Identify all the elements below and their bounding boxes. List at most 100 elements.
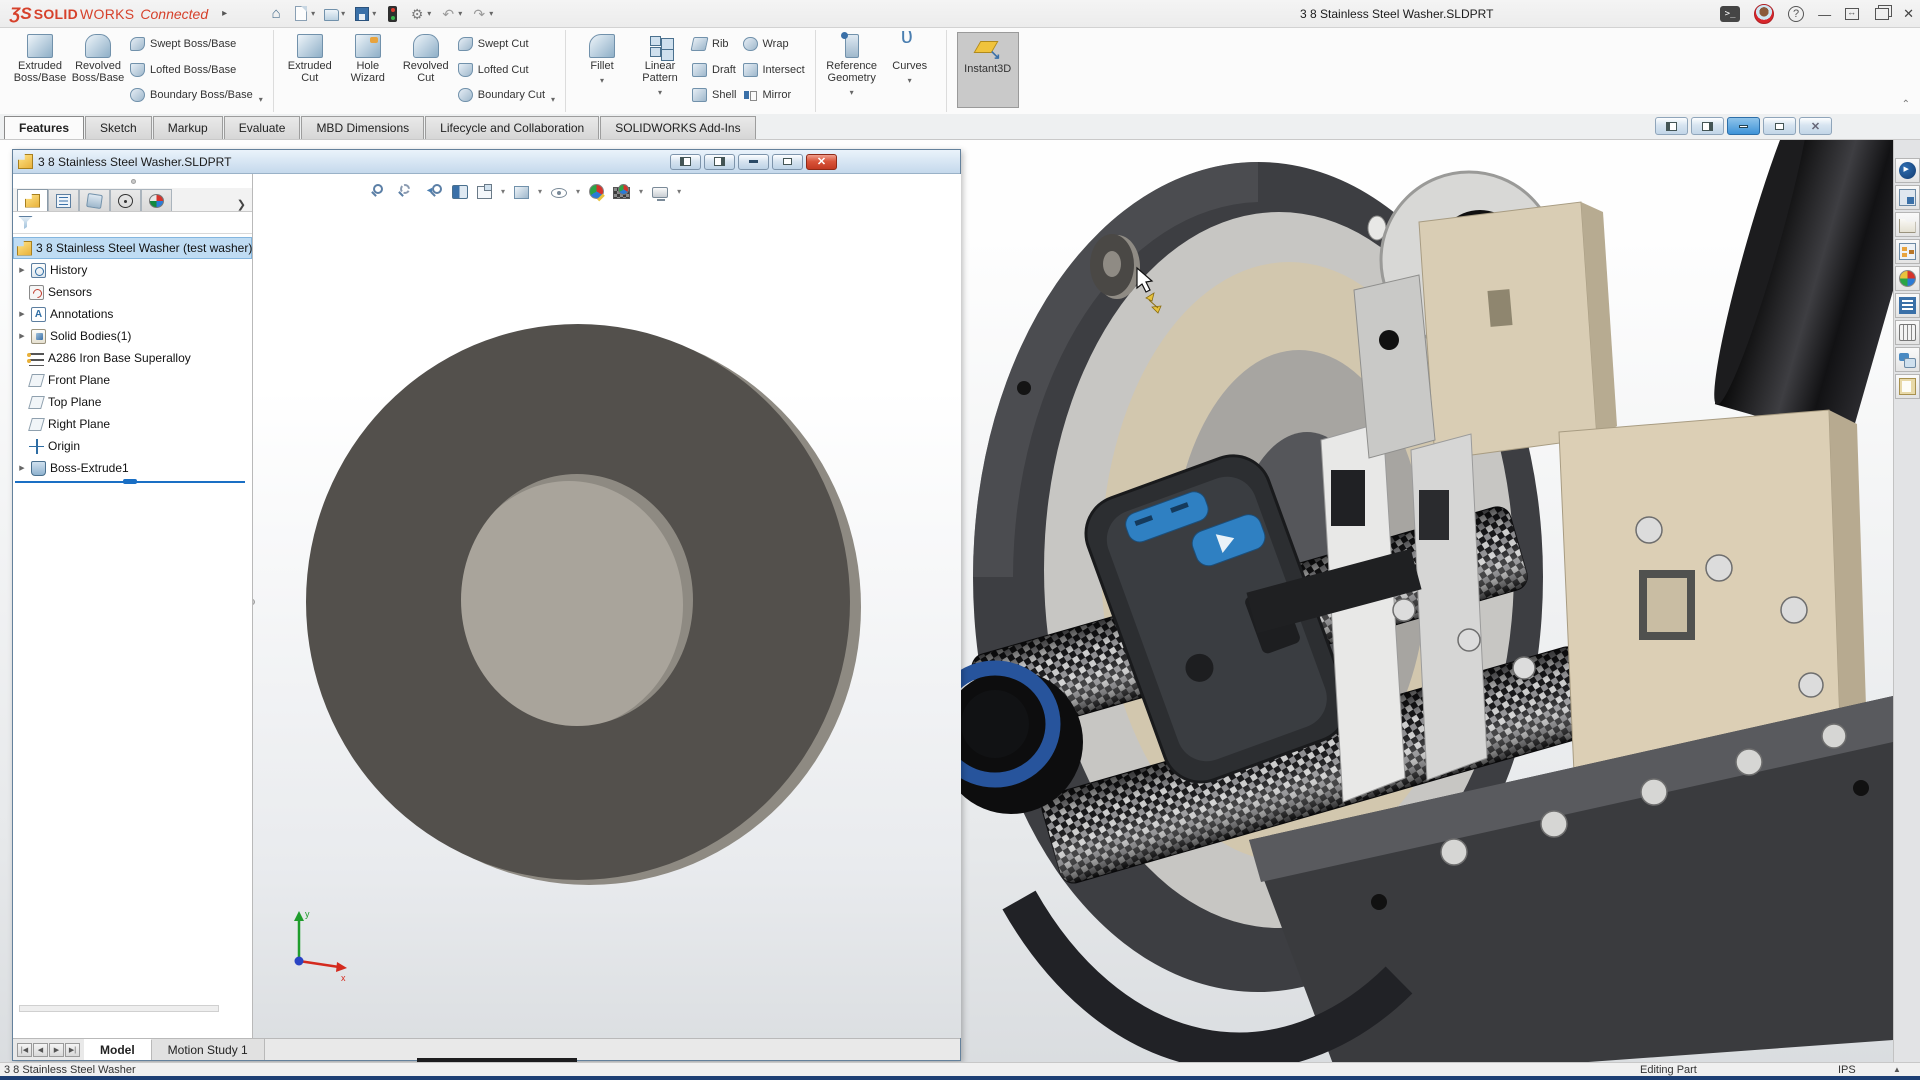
- dock-left-button[interactable]: [1655, 117, 1688, 135]
- part-window-title-bar[interactable]: 3 8 Stainless Steel Washer.SLDPRT ✕: [13, 150, 960, 174]
- tab-lifecycle-collaboration[interactable]: Lifecycle and Collaboration: [425, 116, 599, 139]
- brand-expand-arrow[interactable]: ▸: [222, 8, 227, 19]
- view-settings-button[interactable]: [652, 187, 668, 198]
- manager-expand-arrow[interactable]: ❯: [237, 198, 246, 211]
- previous-view-button[interactable]: [425, 182, 443, 200]
- rib-button[interactable]: Rib: [692, 35, 736, 53]
- expand-arrow-icon[interactable]: ▶: [17, 266, 27, 274]
- tab-markup[interactable]: Markup: [153, 116, 223, 139]
- task-pane-view-palette-tab[interactable]: [1895, 293, 1920, 318]
- graphics-viewport[interactable]: y x ▾ ▾ ▾: [253, 174, 961, 1038]
- close-document-button[interactable]: ✕: [1799, 117, 1832, 135]
- dimxpert-manager-tab[interactable]: [110, 189, 141, 211]
- property-manager-tab[interactable]: [48, 189, 79, 211]
- tab-solidworks-addins[interactable]: SOLIDWORKS Add-Ins: [600, 116, 755, 139]
- task-pane-forum-tab[interactable]: [1895, 347, 1920, 372]
- curves-button[interactable]: Curves ▾: [884, 30, 936, 112]
- last-tab-button[interactable]: ▶|: [65, 1043, 80, 1057]
- feature-manager-tab[interactable]: [17, 189, 48, 211]
- tree-item-boss-extrude1[interactable]: ▶ Boss-Extrude1: [13, 457, 252, 479]
- motion-study-tab[interactable]: Motion Study 1: [152, 1039, 265, 1060]
- status-units-caret[interactable]: ▲: [1893, 1063, 1901, 1077]
- lofted-boss-base-button[interactable]: Lofted Boss/Base: [130, 61, 253, 79]
- tree-item-history[interactable]: ▶ History: [13, 259, 252, 281]
- extruded-boss-base-button[interactable]: Extruded Boss/Base: [14, 30, 66, 112]
- tab-evaluate[interactable]: Evaluate: [224, 116, 301, 139]
- undo-button[interactable]: ↶▾: [437, 4, 465, 24]
- model-tab[interactable]: Model: [84, 1039, 152, 1060]
- fillet-dropdown-arrow[interactable]: ▾: [600, 75, 604, 87]
- tab-features[interactable]: Features: [4, 116, 84, 139]
- task-pane-file-explorer-tab[interactable]: [1895, 239, 1920, 264]
- draft-button[interactable]: Draft: [692, 61, 736, 79]
- first-tab-button[interactable]: |◀: [17, 1043, 32, 1057]
- tab-mbd-dimensions[interactable]: MBD Dimensions: [301, 116, 424, 139]
- pattern-dropdown-arrow[interactable]: ▾: [658, 87, 662, 99]
- swept-boss-base-button[interactable]: Swept Boss/Base: [130, 35, 253, 53]
- curves-dropdown-arrow[interactable]: ▾: [908, 75, 912, 87]
- dock-right-button[interactable]: [1691, 117, 1724, 135]
- part-dock-right-button[interactable]: [704, 154, 735, 170]
- task-pane-toolbox-tab[interactable]: [1895, 320, 1920, 345]
- boss-dropdown-arrow[interactable]: ▾: [259, 95, 263, 104]
- open-button[interactable]: ▾: [321, 4, 348, 23]
- minimize-document-button[interactable]: [1727, 117, 1760, 135]
- task-pane-3dexperience-tab[interactable]: [1895, 158, 1920, 183]
- expand-arrow-icon[interactable]: ▶: [17, 332, 27, 340]
- tree-item-front-plane[interactable]: Front Plane: [13, 369, 252, 391]
- redo-button[interactable]: ↷▾: [468, 4, 496, 24]
- options-button[interactable]: ⚙▾: [406, 4, 434, 24]
- user-avatar[interactable]: [1754, 4, 1774, 24]
- prev-tab-button[interactable]: ◀: [33, 1043, 48, 1057]
- boundary-boss-base-button[interactable]: Boundary Boss/Base: [130, 86, 253, 104]
- fillet-button[interactable]: Fillet ▾: [576, 30, 628, 112]
- task-pane-appearances-tab[interactable]: [1895, 266, 1920, 291]
- new-document-button[interactable]: ▾: [290, 4, 318, 23]
- revolved-cut-button[interactable]: Revolved Cut: [400, 30, 452, 112]
- apply-scene-button[interactable]: [613, 187, 630, 199]
- ribbon-pin-icon[interactable]: ⌃: [1902, 99, 1910, 110]
- tree-item-sensors[interactable]: Sensors: [13, 281, 252, 303]
- status-units[interactable]: IPS: [1838, 1063, 1856, 1077]
- share-console-icon[interactable]: >_: [1720, 6, 1740, 22]
- minimize-window-button[interactable]: —: [1818, 7, 1831, 22]
- hide-show-items-button[interactable]: [551, 188, 567, 198]
- tree-root-part[interactable]: 3 8 Stainless Steel Washer (test washer)…: [13, 237, 252, 259]
- next-tab-button[interactable]: ▶: [49, 1043, 64, 1057]
- revolved-boss-base-button[interactable]: Revolved Boss/Base: [72, 30, 124, 112]
- part-close-button[interactable]: ✕: [806, 154, 837, 170]
- zoom-to-area-button[interactable]: [398, 182, 416, 200]
- motor-cylinder[interactable]: [1701, 140, 1893, 443]
- extruded-cut-button[interactable]: Extruded Cut: [284, 30, 336, 112]
- part-dock-left-button[interactable]: [670, 154, 701, 170]
- wrap-button[interactable]: Wrap: [743, 35, 805, 53]
- part-restore-button[interactable]: [772, 154, 803, 170]
- display-manager-tab[interactable]: [141, 189, 172, 211]
- rollback-bar[interactable]: [15, 481, 245, 483]
- tab-sketch[interactable]: Sketch: [85, 116, 152, 139]
- assembly-3d-view[interactable]: [949, 140, 1893, 1062]
- help-button[interactable]: ?: [1788, 6, 1804, 22]
- cut-dropdown-arrow[interactable]: ▾: [551, 95, 555, 104]
- tree-item-solid-bodies[interactable]: ▶ Solid Bodies(1): [13, 325, 252, 347]
- mirror-button[interactable]: Mirror: [743, 86, 805, 104]
- reference-geometry-button[interactable]: Reference Geometry ▾: [826, 30, 878, 112]
- view-orientation-button[interactable]: [477, 186, 492, 199]
- home-button[interactable]: ⌂: [265, 4, 287, 24]
- expand-arrow-icon[interactable]: ▶: [17, 464, 27, 472]
- panel-grip[interactable]: [131, 179, 136, 184]
- configuration-manager-tab[interactable]: [79, 189, 110, 211]
- part-minimize-button[interactable]: [738, 154, 769, 170]
- shell-button[interactable]: Shell: [692, 86, 736, 104]
- tree-item-annotations[interactable]: ▶ A Annotations: [13, 303, 252, 325]
- close-window-button[interactable]: ✕: [1903, 6, 1914, 22]
- task-pane-resources-tab[interactable]: [1895, 185, 1920, 210]
- reference-geometry-dropdown-arrow[interactable]: ▾: [850, 87, 854, 99]
- lofted-cut-button[interactable]: Lofted Cut: [458, 61, 545, 79]
- linear-pattern-button[interactable]: Linear Pattern ▾: [634, 30, 686, 112]
- save-button[interactable]: ▾: [351, 4, 379, 24]
- task-pane-custom-properties-tab[interactable]: [1895, 374, 1920, 399]
- edit-appearance-button[interactable]: [589, 184, 604, 199]
- tree-filter-row[interactable]: [13, 212, 252, 234]
- tree-item-right-plane[interactable]: Right Plane: [13, 413, 252, 435]
